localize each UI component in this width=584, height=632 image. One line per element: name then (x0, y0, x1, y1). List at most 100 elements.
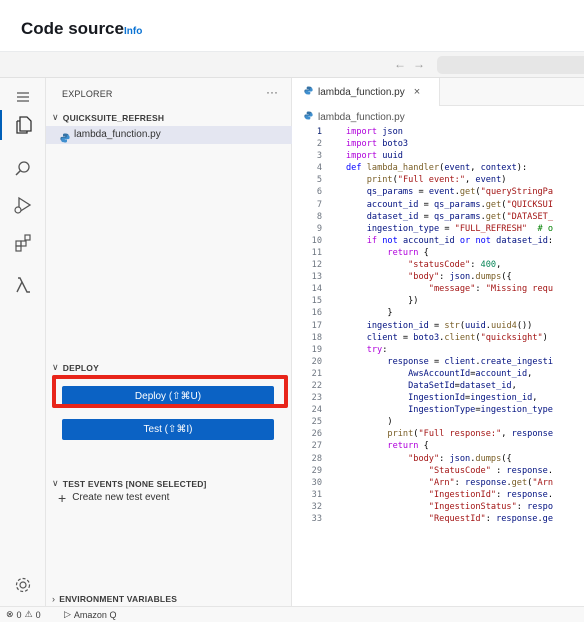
code-line[interactable]: 21 AwsAccountId=account_id, (292, 368, 584, 380)
chevron-down-icon: ∨ (52, 478, 59, 488)
activity-bar (0, 78, 46, 606)
line-number: 1 (316, 127, 322, 137)
code-line[interactable]: 33 "RequestId": response.ge (292, 513, 584, 525)
code-line[interactable]: 13 "body": json.dumps({ (292, 271, 584, 283)
code-line[interactable]: 3 import uuid (292, 150, 584, 162)
code-line[interactable]: 5 print("Full event:", event) (292, 174, 584, 186)
code-lines[interactable]: 1 import json 2 import boto3 3 import uuid 4 de… (292, 126, 584, 525)
line-text: client = boto3.client("quicksight") (366, 332, 548, 343)
amazon-q-item[interactable]: ▷ Amazon Q (64, 609, 116, 620)
code-line[interactable]: 25 ) (292, 416, 584, 428)
panel-title: Code source (21, 19, 124, 38)
breadcrumb[interactable]: lambda_function.py (304, 111, 405, 123)
code-line[interactable]: 18 client = boto3.client("quicksight") (292, 332, 584, 344)
code-line[interactable]: 20 response = client.create_ingesti (292, 356, 584, 368)
search-icon[interactable] (12, 158, 34, 180)
error-icon: ⊗ (6, 609, 14, 619)
code-line[interactable]: 6 qs_params = event.get("queryStringPa (292, 186, 584, 198)
python-file-icon (304, 86, 313, 98)
line-text: try: (366, 344, 388, 355)
code-line[interactable]: 24 IngestionType=ingestion_type (292, 404, 584, 416)
line-number: 13 (311, 272, 322, 283)
code-line[interactable]: 2 import boto3 (292, 138, 584, 150)
line-number: 32 (311, 501, 322, 512)
close-icon[interactable]: × (414, 86, 420, 98)
problems-indicator[interactable]: ⊗ 0 ⚠ 0 (6, 609, 41, 620)
tab-lambda-function[interactable]: lambda_function.py × (292, 78, 440, 106)
create-test-event-link[interactable]: + Create new test event (58, 491, 169, 505)
code-line[interactable]: 8 dataset_id = qs_params.get("DATASET_ (292, 211, 584, 223)
code-line[interactable]: 26 print("Full response:", response (292, 428, 584, 440)
extensions-icon[interactable] (12, 232, 34, 254)
code-line[interactable]: 31 "IngestionId": response. (292, 489, 584, 501)
code-line[interactable]: 23 IngestionId=ingestion_id, (292, 392, 584, 404)
code-line[interactable]: 22 DataSetId=dataset_id, (292, 380, 584, 392)
line-number: 21 (311, 368, 322, 379)
line-number: 16 (311, 308, 322, 319)
code-line[interactable]: 30 "Arn": response.get("Arn (292, 477, 584, 489)
folder-header[interactable]: ∨ QUICKSUITE_REFRESH (52, 112, 164, 123)
test-button[interactable]: Test (⇧⌘I) (62, 419, 274, 440)
code-line[interactable]: 4 def lambda_handler(event, context): (292, 162, 584, 174)
code-line[interactable]: 1 import json (292, 126, 584, 138)
line-text: return { (387, 247, 429, 258)
line-text: ingestion_id = str(uuid.uuid4()) (366, 320, 533, 331)
env-vars-section-header[interactable]: › ENVIRONMENT VARIABLES (52, 594, 177, 604)
env-vars-title: ENVIRONMENT VARIABLES (59, 594, 178, 604)
code-line[interactable]: 16 } (292, 307, 584, 319)
code-line[interactable]: 29 "StatusCode" : response. (292, 465, 584, 477)
breadcrumb-file: lambda_function.py (318, 111, 405, 123)
settings-gear-icon[interactable] (12, 574, 34, 596)
deploy-section-title: DEPLOY (62, 362, 99, 373)
line-text: "IngestionId": response. (428, 489, 554, 500)
code-source-panel: Code source Info ← → EXPLORER ··· ∨ QUIC… (0, 0, 584, 632)
code-line[interactable]: 28 "body": json.dumps({ (292, 453, 584, 465)
forward-arrow-icon[interactable]: → (413, 57, 425, 71)
line-number: 14 (311, 284, 322, 295)
files-icon[interactable] (12, 114, 34, 136)
line-number: 33 (311, 514, 322, 524)
run-debug-icon[interactable] (12, 194, 34, 216)
line-text: "RequestId": response.ge (428, 514, 554, 524)
line-text: "statusCode": 400, (408, 260, 502, 271)
code-line[interactable]: 32 "IngestionStatus": respo (292, 501, 584, 513)
code-line[interactable]: 27 return { (292, 440, 584, 452)
tab-label: lambda_function.py (318, 86, 405, 98)
line-number: 19 (311, 344, 322, 355)
line-text: qs_params = event.get("queryStringPa (366, 187, 554, 198)
code-line[interactable]: 9 ingestion_type = "FULL_REFRESH" # o (292, 223, 584, 235)
info-link[interactable]: Info (124, 26, 142, 37)
line-number: 4 (316, 163, 322, 174)
more-actions-icon[interactable]: ··· (266, 85, 278, 99)
code-line[interactable]: 7 account_id = qs_params.get("QUICKSUI (292, 199, 584, 211)
editor-nav-strip: ← → (0, 52, 584, 78)
command-search-box[interactable] (437, 56, 584, 74)
code-line[interactable]: 12 "statusCode": 400, (292, 259, 584, 271)
code-line[interactable]: 10 if not account_id or not dataset_id: (292, 235, 584, 247)
line-text: "StatusCode" : response. (428, 465, 554, 476)
menu-icon[interactable] (12, 86, 34, 108)
chevron-right-icon: › (52, 594, 56, 604)
lambda-icon[interactable] (12, 274, 34, 296)
test-events-section-header[interactable]: ∨ TEST EVENTS [NONE SELECTED] (52, 478, 207, 489)
line-text: account_id = qs_params.get("QUICKSUI (366, 199, 554, 210)
line-number: 24 (311, 405, 322, 416)
file-item-lambda-function[interactable]: lambda_function.py (46, 126, 292, 144)
line-number: 5 (316, 175, 322, 186)
line-number: 23 (311, 393, 322, 404)
line-text: print("Full event:", event) (366, 175, 507, 186)
code-line[interactable]: 17 ingestion_id = str(uuid.uuid4()) (292, 320, 584, 332)
explorer-title: EXPLORER (62, 89, 113, 99)
code-line[interactable]: 11 return { (292, 247, 584, 259)
line-text: if not account_id or not dataset_id: (366, 235, 554, 246)
explorer-sidebar: EXPLORER ··· ∨ QUICKSUITE_REFRESH lambda… (46, 78, 292, 606)
line-text: print("Full response:", response (387, 429, 554, 440)
code-line[interactable]: 15 }) (292, 295, 584, 307)
deploy-section-header[interactable]: ∨ DEPLOY (52, 362, 99, 373)
code-line[interactable]: 14 "message": "Missing requ (292, 283, 584, 295)
line-text: def lambda_handler(event, context): (346, 163, 528, 174)
back-arrow-icon[interactable]: ← (394, 57, 406, 71)
line-number: 10 (311, 235, 322, 246)
code-line[interactable]: 19 try: (292, 344, 584, 356)
warning-count: 0 (35, 609, 41, 620)
